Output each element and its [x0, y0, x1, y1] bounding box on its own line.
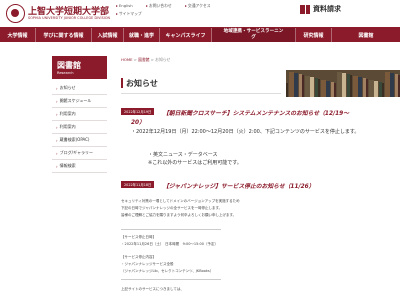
news-title-link[interactable]: 【朝日新聞クロスサーチ】システムメンテナンスのお知らせ（12/19～	[163, 108, 349, 117]
university-logo-icon[interactable]	[6, 4, 25, 23]
news-body-line: ・2022年11月26日（土） 日本時間 9:00～15:00（予定）	[121, 242, 219, 246]
global-nav: 大学情報 学びに関する情報 入試情報 就職・進学 キャンパスライフ 地域連携・サ…	[0, 28, 400, 42]
sidebar-title-en: Research	[57, 71, 74, 75]
nav-item-learning[interactable]: 学びに関する情報	[36, 28, 92, 42]
sidebar-item-guide[interactable]: › 利用案内	[52, 108, 107, 121]
book-spine	[288, 72, 294, 97]
breadcrumb-separator: >	[133, 57, 137, 62]
sidebar-header: 図書館 Research	[52, 56, 107, 79]
nav-item-service-learning[interactable]: 地域連携・サービスラーニング	[212, 28, 296, 42]
page-title: お知らせ	[126, 79, 158, 88]
breadcrumb: HOME > 図書館 > お知らせ	[121, 57, 170, 63]
divider	[121, 229, 221, 230]
nav-item-admissions[interactable]: 入試情報	[92, 28, 124, 42]
news-body-line: ・2022年12月19日（月）22:00～12月20日（火）2:00、下記コンテ…	[131, 129, 360, 135]
book-spine	[374, 81, 378, 97]
book-spine	[368, 80, 374, 97]
chevron-right-icon: ›	[56, 85, 58, 91]
nav-item-research[interactable]: 研究情報	[296, 28, 332, 42]
news-body-line: 【サービス停止日時】	[121, 235, 156, 239]
chevron-right-icon: ›	[56, 124, 58, 130]
news-body-line: 下記の日時でジャパンナレッジの全サービスを一時停止します。	[121, 206, 223, 210]
utility-link-contact[interactable]: お問い合わせ	[146, 3, 172, 9]
brochure-request-button[interactable]: 資料請求	[300, 4, 341, 14]
chevron-right-icon: ›	[56, 98, 58, 104]
sidebar-item-guide-2[interactable]: › 利用案内	[52, 121, 107, 134]
sidebar-title: 図書館	[57, 61, 81, 70]
news-date-badge: 2022年11月18日	[121, 181, 155, 188]
news-title-link[interactable]: 【ジャパンナレッジ】サービス停止のお知らせ（11/26）	[163, 181, 314, 190]
sidebar-item-label: 蔵書検索(OPAC)	[59, 137, 90, 142]
news-body-line: ・ジャパンナレッジサービス全般	[121, 262, 174, 266]
sidebar-item-label: 情報検索	[59, 163, 76, 168]
breadcrumb-current: お知らせ	[155, 57, 171, 62]
chevron-right-icon: ›	[56, 137, 58, 143]
news-date-badge: 2022年12月19日	[121, 108, 155, 115]
news-body-line: （ジャパンナレッジLib、セレクトコンテンツ、JKBooks）	[121, 269, 214, 273]
book-spine	[326, 81, 330, 97]
utility-link-access[interactable]: 交通アクセス	[185, 3, 211, 9]
site-subtitle: SOPHIA UNIVERSITY JUNIOR COLLEGE DIVISIO…	[28, 16, 111, 20]
book-spine	[390, 73, 394, 97]
sidebar-item-label: 利用案内	[59, 111, 76, 116]
book-spine	[336, 72, 342, 97]
nav-item-campus-life[interactable]: キャンパスライフ	[160, 28, 212, 42]
bookshelf-image	[286, 70, 400, 97]
utility-link-english[interactable]: English	[116, 3, 133, 8]
news-body-line: 上記サイトのサービスにつきましては、	[121, 287, 184, 291]
book-spine	[304, 76, 310, 97]
book-spine	[358, 77, 362, 97]
book-spine	[384, 72, 390, 97]
nav-item-careers[interactable]: 就職・進学	[124, 28, 160, 42]
breadcrumb-separator: >	[150, 57, 154, 62]
news-title-continued[interactable]: 20）	[131, 117, 145, 126]
sidebar-item-label: 開館スケジュール	[59, 98, 92, 103]
sidebar-item-label: 利用案内	[59, 124, 76, 129]
sidebar-item-blog[interactable]: › ブログ/ギャラリー	[52, 147, 107, 160]
news-body-line: 皆様のご理解とご協力を賜りますよう何卒よろしくお願い申し上げます。	[121, 213, 237, 217]
sidebar-item-search[interactable]: › 情報検索	[52, 160, 107, 173]
news-body-line: ・英文ニュース・データベース	[148, 152, 218, 158]
utility-link-sitemap[interactable]: サイトマップ	[116, 11, 142, 17]
chevron-right-icon: ›	[56, 163, 58, 169]
sidebar-menu: › お知らせ › 開館スケジュール › 利用案内 › 利用案内 › 蔵書検索(OPAC) …	[52, 82, 107, 173]
sidebar-item-label: ブログ/ギャラリー	[59, 150, 93, 155]
chevron-right-icon: ›	[56, 111, 58, 117]
sidebar-item-schedule[interactable]: › 開館スケジュール	[52, 95, 107, 108]
book-icon	[300, 4, 310, 14]
sidebar-item-news[interactable]: › お知らせ	[52, 82, 107, 95]
news-body-line: セキュリティ対策の一環としてドメインのバージョンアップを実施するため	[121, 199, 240, 203]
news-body-line: 【サービス停止内容】	[121, 255, 156, 259]
news-body-line: ※これ以外のサービスはご利用可能です。	[148, 160, 242, 166]
book-spine	[342, 73, 346, 97]
sidebar-item-label: お知らせ	[59, 85, 76, 90]
nav-item-service-learning-label: 地域連携・サービスラーニング	[223, 29, 284, 40]
book-spine	[310, 77, 314, 97]
divider	[121, 279, 221, 280]
nav-item-university-info[interactable]: 大学情報	[0, 28, 36, 42]
breadcrumb-library[interactable]: 図書館	[138, 57, 149, 62]
sidebar-item-opac[interactable]: › 蔵書検索(OPAC)	[52, 134, 107, 147]
brochure-label: 資料請求	[313, 5, 341, 13]
site-header: 上智大学短期大学部 SOPHIA UNIVERSITY JUNIOR COLLE…	[0, 0, 400, 27]
title-underline	[121, 93, 281, 94]
breadcrumb-home[interactable]: HOME	[121, 57, 133, 62]
title-accent	[121, 78, 123, 88]
chevron-right-icon: ›	[56, 150, 58, 156]
book-spine	[352, 76, 358, 97]
nav-item-library[interactable]: 図書館	[332, 28, 400, 42]
book-spine	[320, 80, 326, 97]
book-spine	[294, 73, 298, 97]
